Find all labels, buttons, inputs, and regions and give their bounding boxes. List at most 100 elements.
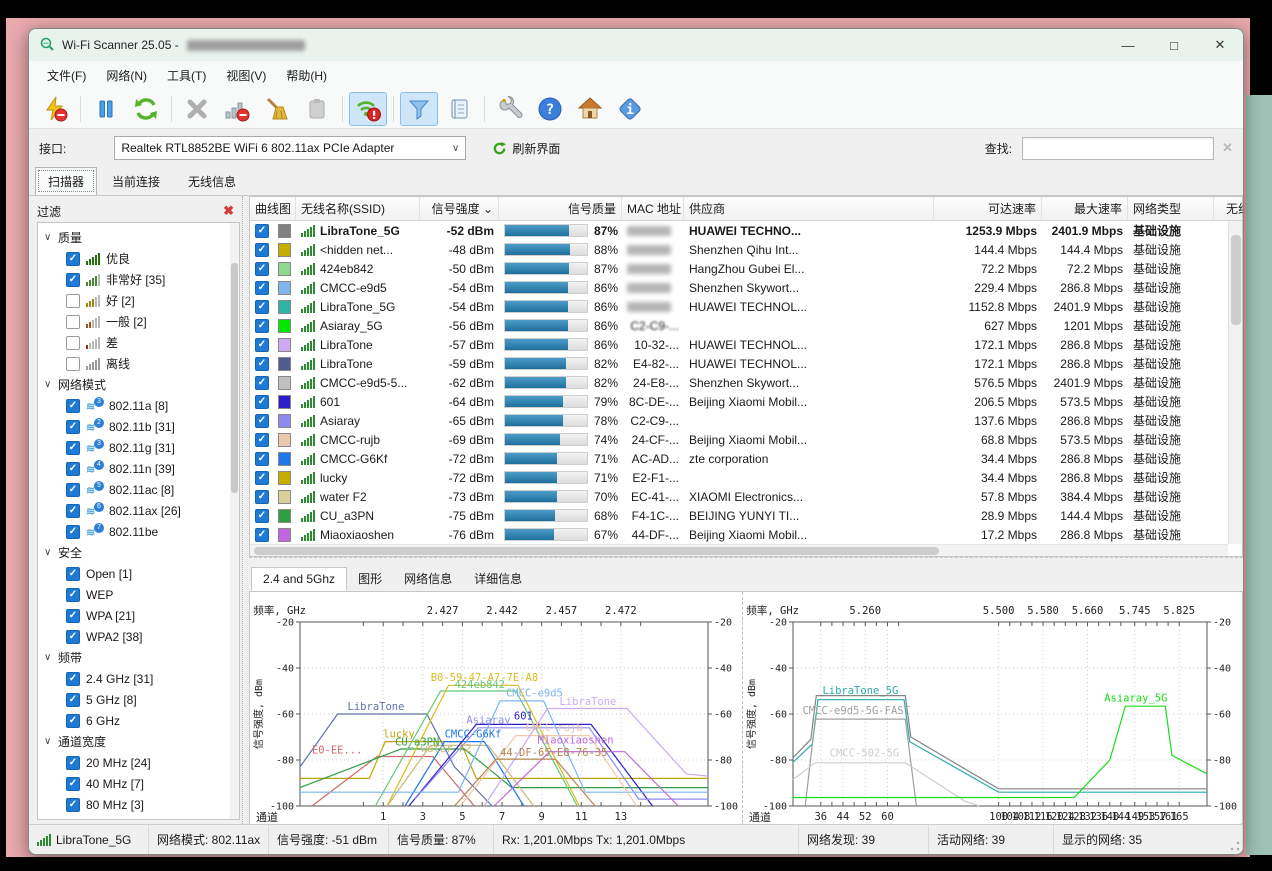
filter-group-4[interactable]: ∨通道宽度 <box>44 731 237 752</box>
filter-item[interactable]: ✓40 MHz [7] <box>44 773 237 794</box>
filter-item[interactable]: ✓≋4802.11n [39] <box>44 458 237 479</box>
pause-button[interactable] <box>87 92 125 126</box>
panel-splitter[interactable] <box>249 557 1243 565</box>
filter-item[interactable]: ✓5 GHz [8] <box>44 689 237 710</box>
filter-group-1[interactable]: ∨网络模式 <box>44 374 237 395</box>
collapse-icon[interactable]: ∨ <box>44 232 58 243</box>
collapse-icon[interactable]: ∨ <box>44 379 58 390</box>
network-row[interactable]: ✓601-64 dBm79%8C-DE-...Beijing Xiaomi Mo… <box>250 392 1242 411</box>
table-horizontal-scrollbar[interactable] <box>250 544 1228 556</box>
checkbox[interactable]: ✓ <box>66 525 80 539</box>
column-header-6[interactable]: 可达速率 <box>934 197 1042 220</box>
filter-item[interactable]: 一般 [2] <box>44 311 237 332</box>
checkbox[interactable]: ✓ <box>66 441 80 455</box>
checkbox[interactable]: ✓ <box>66 588 80 602</box>
network-row[interactable]: ✓Asiaray-65 dBm78%C2-C9-...137.6 Mbps286… <box>250 411 1242 430</box>
network-row[interactable]: ✓lucky-72 dBm71%E2-F1-...34.4 Mbps286.8 … <box>250 468 1242 487</box>
filter-item[interactable]: ✓≋6802.11ax [26] <box>44 500 237 521</box>
row-checkbox[interactable]: ✓ <box>255 471 269 485</box>
checkbox[interactable]: ✓ <box>66 420 80 434</box>
row-checkbox[interactable]: ✓ <box>255 395 269 409</box>
network-row[interactable]: ✓LibraTone-59 dBm82%E4-82-...HUAWEI TECH… <box>250 354 1242 373</box>
remove-network-button[interactable] <box>218 92 256 126</box>
row-checkbox[interactable]: ✓ <box>255 509 269 523</box>
column-header-0[interactable]: 曲线图 <box>250 197 296 220</box>
network-row[interactable]: ✓424eb842-50 dBm87%HangZhou Gubei El...7… <box>250 259 1242 278</box>
checkbox[interactable]: ✓ <box>66 714 80 728</box>
filter-item[interactable]: ✓≋3802.11g [31] <box>44 437 237 458</box>
network-row[interactable]: ✓<hidden net...-48 dBm88%Shenzhen Qihu I… <box>250 240 1242 259</box>
filter-group-2[interactable]: ∨安全 <box>44 542 237 563</box>
table-vertical-scrollbar[interactable] <box>1228 221 1242 544</box>
filter-group-3[interactable]: ∨频带 <box>44 647 237 668</box>
filter-item[interactable]: ✓≋7802.11be <box>44 521 237 542</box>
checkbox[interactable]: ✓ <box>66 630 80 644</box>
checkbox[interactable]: ✓ <box>66 756 80 770</box>
row-checkbox[interactable]: ✓ <box>255 281 269 295</box>
tab-wireless-info[interactable]: 无线信息 <box>175 167 249 195</box>
network-row[interactable]: ✓LibraTone_5G-52 dBm87%HUAWEI TECHNO...1… <box>250 221 1242 240</box>
checkbox[interactable]: ✓ <box>66 819 80 821</box>
filter-item[interactable]: ✓≋2802.11b [31] <box>44 416 237 437</box>
column-header-2[interactable]: 信号强度 ⌄ <box>420 197 499 220</box>
row-checkbox[interactable]: ✓ <box>255 433 269 447</box>
checkbox[interactable]: ✓ <box>66 483 80 497</box>
checkbox[interactable]: ✓ <box>66 462 80 476</box>
network-row[interactable]: ✓CMCC-e9d5-54 dBm86%Shenzhen Skywort...2… <box>250 278 1242 297</box>
checkbox[interactable]: ✓ <box>66 273 80 287</box>
menu-h[interactable]: 帮助(H) <box>276 63 337 88</box>
filter-item[interactable]: ✓20 MHz [24] <box>44 752 237 773</box>
checkbox[interactable]: ✓ <box>66 798 80 812</box>
network-row[interactable]: ✓CMCC-G6Kf-72 dBm71%AC-AD...zte corporat… <box>250 449 1242 468</box>
checkbox[interactable]: ✓ <box>66 777 80 791</box>
column-header-1[interactable]: 无线名称(SSID) <box>296 197 420 220</box>
column-header-5[interactable]: 供应商 <box>684 197 934 220</box>
collapse-icon[interactable]: ∨ <box>44 547 58 558</box>
tab-scanner[interactable]: 扫描器 <box>35 167 97 195</box>
sidebar-scrollbar[interactable] <box>230 223 239 819</box>
tab-current-connection[interactable]: 当前连接 <box>99 167 173 195</box>
column-header-8[interactable]: 网络类型 <box>1128 197 1214 220</box>
checkbox[interactable] <box>66 336 80 350</box>
filter-item[interactable]: ✓160 MHz [5] <box>44 815 237 820</box>
filter-item[interactable]: ✓≋3802.11a [8] <box>44 395 237 416</box>
checkbox[interactable] <box>66 294 80 308</box>
filter-item[interactable]: 好 [2] <box>44 290 237 311</box>
filter-item[interactable]: ✓WPA [21] <box>44 605 237 626</box>
stop-wifi-button[interactable] <box>349 92 387 126</box>
filter-item[interactable]: ✓80 MHz [3] <box>44 794 237 815</box>
network-row[interactable]: ✓water F2-73 dBm70%EC-41-...XIAOMI Elect… <box>250 487 1242 506</box>
about-button[interactable]: i <box>611 92 649 126</box>
column-header-3[interactable]: 信号质量 <box>499 197 622 220</box>
row-checkbox[interactable]: ✓ <box>255 490 269 504</box>
filter-item[interactable]: ✓Open [1] <box>44 563 237 584</box>
tab-network-info[interactable]: 网络信息 <box>393 566 463 591</box>
checkbox[interactable]: ✓ <box>66 567 80 581</box>
filter-item[interactable]: ✓≋5802.11ac [8] <box>44 479 237 500</box>
clear-search-icon[interactable]: ✕ <box>1222 140 1233 156</box>
row-checkbox[interactable]: ✓ <box>255 319 269 333</box>
disconnect-button[interactable] <box>36 92 74 126</box>
filter-item[interactable]: 离线 <box>44 353 237 374</box>
adapter-select[interactable]: Realtek RTL8852BE WiFi 6 802.11ax PCIe A… <box>114 136 466 160</box>
row-checkbox[interactable]: ✓ <box>255 452 269 466</box>
checkbox[interactable]: ✓ <box>66 609 80 623</box>
clear-list-button[interactable] <box>258 92 296 126</box>
help-button[interactable]: ? <box>531 92 569 126</box>
checkbox[interactable] <box>66 357 80 371</box>
filter-item[interactable]: ✓非常好 [35] <box>44 269 237 290</box>
maximize-button[interactable]: □ <box>1151 29 1197 61</box>
collapse-icon[interactable]: ∨ <box>44 736 58 747</box>
column-header-4[interactable]: MAC 地址 <box>622 197 684 220</box>
report-button[interactable] <box>440 92 478 126</box>
checkbox[interactable]: ✓ <box>66 672 80 686</box>
filter-item[interactable]: ✓6 GHz <box>44 710 237 731</box>
checkbox[interactable]: ✓ <box>66 504 80 518</box>
row-checkbox[interactable]: ✓ <box>255 338 269 352</box>
menu-t[interactable]: 工具(T) <box>157 63 216 88</box>
settings-button[interactable] <box>491 92 529 126</box>
row-checkbox[interactable]: ✓ <box>255 357 269 371</box>
resize-grip[interactable] <box>1229 840 1241 852</box>
search-input[interactable] <box>1022 137 1214 160</box>
row-checkbox[interactable]: ✓ <box>255 300 269 314</box>
